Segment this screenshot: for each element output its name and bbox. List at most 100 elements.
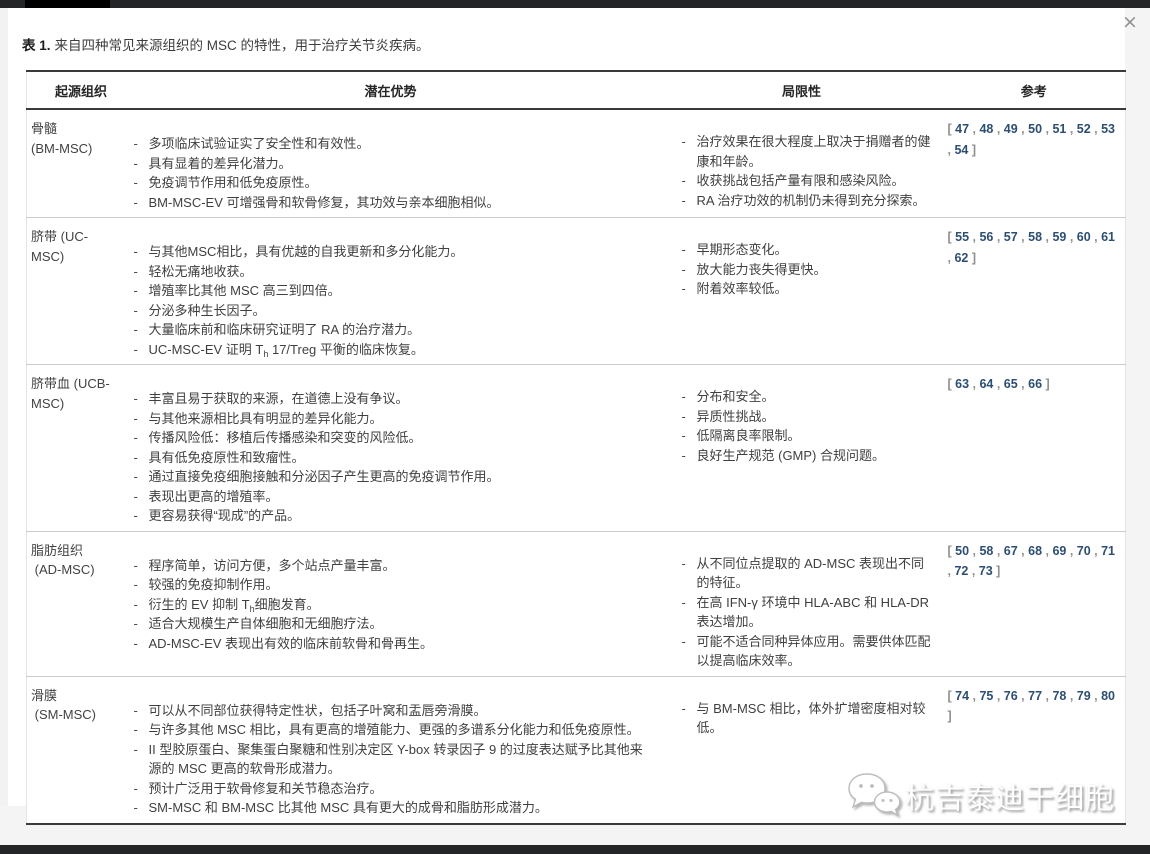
bullet-list: -早期形态变化。-放大能力丧失得更快。-附着效率较低。 xyxy=(681,240,937,299)
bullet-list: -与其他MSC相比，具有优越的自我更新和多分化能力。-轻松无痛地收获。-增殖率比… xyxy=(133,242,653,359)
reference-link[interactable]: 61 xyxy=(1101,230,1115,244)
reference-link[interactable]: 63 xyxy=(955,377,969,391)
table-row: 脐带 (UC-MSC)-与其他MSC相比，具有优越的自我更新和多分化能力。-轻松… xyxy=(27,218,1126,365)
bullet-text: 通过直接免疫细胞接触和分泌因子产生更高的免疫调节作用。 xyxy=(149,467,653,487)
watermark-text: 杭吉泰迪干细胞 xyxy=(905,775,1115,817)
bullet-item: -可能不适合同种异体应用。需要供体匹配以提高临床效率。 xyxy=(681,632,937,671)
bullet-dash: - xyxy=(133,320,149,340)
watermark: 杭吉泰迪干细胞 xyxy=(845,770,1115,822)
bullet-text: 衍生的 EV 抑制 Th细胞发育。 xyxy=(149,595,653,615)
reference-link[interactable]: 67 xyxy=(1004,544,1018,558)
reference-separator: , xyxy=(969,377,979,391)
bottom-chrome-bar xyxy=(0,845,1150,854)
reference-separator: , xyxy=(1042,230,1052,244)
bullet-item: -具有低免疫原性和致瘤性。 xyxy=(133,448,653,468)
bullet-text: 程序简单，访问方便，多个站点产量丰富。 xyxy=(149,556,653,576)
bullet-dash: - xyxy=(133,556,149,576)
reference-separator: , xyxy=(1066,544,1076,558)
reference-link[interactable]: 70 xyxy=(1077,544,1091,558)
reference-link[interactable]: 49 xyxy=(1004,122,1018,136)
reference-separator: , xyxy=(1066,230,1076,244)
reference-link[interactable]: 53 xyxy=(1101,122,1115,136)
advantages-cell: -与其他MSC相比，具有优越的自我更新和多分化能力。-轻松无痛地收获。-增殖率比… xyxy=(121,218,661,365)
reference-link[interactable]: 58 xyxy=(979,544,993,558)
bullet-dash: - xyxy=(133,193,149,213)
reference-link[interactable]: 80 xyxy=(1101,689,1115,703)
reference-link[interactable]: 55 xyxy=(955,230,969,244)
reference-separator: , xyxy=(969,544,979,558)
bullet-dash: - xyxy=(133,134,149,154)
reference-link[interactable]: 78 xyxy=(1052,689,1066,703)
reference-link[interactable]: 77 xyxy=(1028,689,1042,703)
bullet-item: -衍生的 EV 抑制 Th细胞发育。 xyxy=(133,595,653,615)
reference-link[interactable]: 62 xyxy=(954,251,968,265)
reference-link[interactable]: 60 xyxy=(1077,230,1091,244)
bullet-item: -治疗效果在很大程度上取决于捐赠者的健康和年龄。 xyxy=(681,132,937,171)
bullet-dash: - xyxy=(133,262,149,282)
reference-link[interactable]: 72 xyxy=(954,564,968,578)
bullet-dash: - xyxy=(133,740,149,779)
reference-link[interactable]: 66 xyxy=(1028,377,1042,391)
reference-separator: , xyxy=(1091,230,1101,244)
reference-link[interactable]: 47 xyxy=(955,122,969,136)
bullet-dash: - xyxy=(681,260,697,280)
bullet-dash: - xyxy=(133,575,149,595)
bullet-item: -AD-MSC-EV 表现出有效的临床前软骨和骨再生。 xyxy=(133,634,653,654)
reference-link[interactable]: 59 xyxy=(1052,230,1066,244)
origin-tissue-cell: 脂肪组织 (AD-MSC) xyxy=(27,531,121,676)
bullet-text: 适合大规模生产自体细胞和无细胞疗法。 xyxy=(149,614,653,634)
reference-link[interactable]: 58 xyxy=(1028,230,1042,244)
limitations-cell: -早期形态变化。-放大能力丧失得更快。-附着效率较低。 xyxy=(661,218,943,365)
table-row: 脐带血 (UCB-MSC)-丰富且易于获取的来源，在道德上没有争议。-与其他来源… xyxy=(27,365,1126,532)
bullet-dash: - xyxy=(133,340,149,360)
bullet-dash: - xyxy=(681,554,697,593)
reference-link[interactable]: 52 xyxy=(1077,122,1091,136)
origin-tissue-cell: 滑膜 (SM-MSC) xyxy=(27,676,121,824)
reference-link[interactable]: 57 xyxy=(1004,230,1018,244)
bullet-list: -分布和安全。-异质性挑战。-低隔离良率限制。-良好生产规范 (GMP) 合规问… xyxy=(681,387,937,465)
bullet-dash: - xyxy=(133,487,149,507)
bullet-item: -在高 IFN-γ 环境中 HLA-ABC 和 HLA-DR 表达增加。 xyxy=(681,593,937,632)
bullet-dash: - xyxy=(133,506,149,526)
bullet-dash: - xyxy=(681,240,697,260)
close-icon[interactable]: × xyxy=(1118,10,1142,34)
bullet-text: SM-MSC 和 BM-MSC 比其他 MSC 具有更大的成骨和脂肪形成潜力。 xyxy=(149,798,653,818)
reference-link[interactable]: 68 xyxy=(1028,544,1042,558)
reference-link[interactable]: 65 xyxy=(1004,377,1018,391)
bullet-text: 附着效率较低。 xyxy=(697,279,937,299)
bullet-dash: - xyxy=(133,281,149,301)
reference-link[interactable]: 48 xyxy=(979,122,993,136)
bullet-item: -预计广泛用于软骨修复和关节稳态治疗。 xyxy=(133,779,653,799)
bullet-dash: - xyxy=(133,409,149,429)
bullet-item: -放大能力丧失得更快。 xyxy=(681,260,937,280)
bullet-item: -收获挑战包括产量有限和感染风险。 xyxy=(681,171,937,191)
bullet-text: 分布和安全。 xyxy=(697,387,937,407)
bullet-text: BM-MSC-EV 可增强骨和软骨修复，其功效与亲本细胞相似。 xyxy=(149,193,653,213)
reference-link[interactable]: 51 xyxy=(1052,122,1066,136)
bullet-item: -RA 治疗功效的机制仍未得到充分探索。 xyxy=(681,191,937,211)
reference-link[interactable]: 74 xyxy=(955,689,969,703)
bullet-item: -丰富且易于获取的来源，在道德上没有争议。 xyxy=(133,389,653,409)
bullet-text: 具有低免疫原性和致瘤性。 xyxy=(149,448,653,468)
reference-bracket: ] xyxy=(993,564,1001,578)
bullet-item: -大量临床前和临床研究证明了 RA 的治疗潜力。 xyxy=(133,320,653,340)
table-row: 脂肪组织 (AD-MSC)-程序简单，访问方便，多个站点产量丰富。-较强的免疫抑… xyxy=(27,531,1126,676)
reference-link[interactable]: 50 xyxy=(1028,122,1042,136)
reference-link[interactable]: 50 xyxy=(955,544,969,558)
reference-separator: , xyxy=(1042,122,1052,136)
bullet-text: 免疫调节作用和低免疫原性。 xyxy=(149,173,653,193)
reference-link[interactable]: 64 xyxy=(979,377,993,391)
reference-link[interactable]: 71 xyxy=(1101,544,1115,558)
header-limitations: 局限性 xyxy=(661,71,943,109)
reference-link[interactable]: 79 xyxy=(1077,689,1091,703)
reference-link[interactable]: 56 xyxy=(979,230,993,244)
bullet-text: 轻松无痛地收获。 xyxy=(149,262,653,282)
reference-link[interactable]: 76 xyxy=(1004,689,1018,703)
reference-link[interactable]: 69 xyxy=(1052,544,1066,558)
reference-link[interactable]: 54 xyxy=(954,143,968,157)
references-cell: [ 50 , 58 , 67 , 68 , 69 , 70 , 71 , 72 … xyxy=(943,531,1126,676)
reference-link[interactable]: 75 xyxy=(979,689,993,703)
reference-link[interactable]: 73 xyxy=(979,564,993,578)
limitations-cell: -从不同位点提取的 AD-MSC 表现出不同的特征。-在高 IFN-γ 环境中 … xyxy=(661,531,943,676)
reference-separator: , xyxy=(969,689,979,703)
